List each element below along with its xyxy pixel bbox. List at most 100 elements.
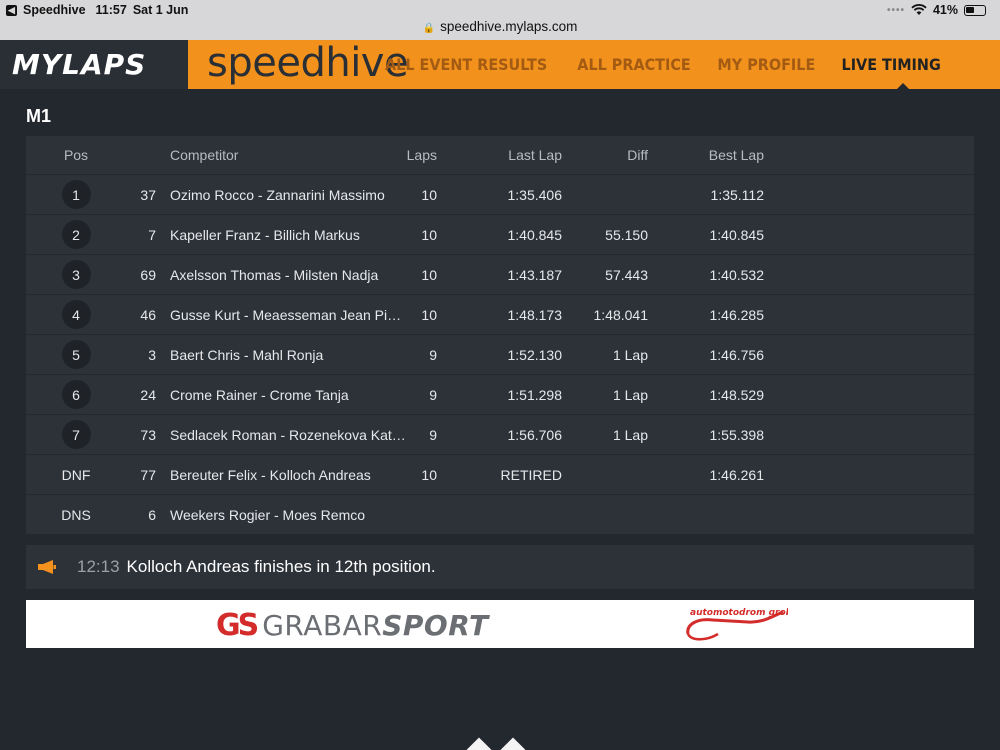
last-lap-value: 1:56.706 [507,426,563,443]
mylaps-logo-box[interactable]: MYLAPS [0,40,188,89]
lock-icon: 🔒 [422,23,436,34]
last-lap-value: RETIRED [500,466,562,483]
main-nav: ALL EVENT RESULTS ALL PRACTICE MY PROFIL… [376,40,946,89]
position-badge: 6 [61,380,91,409]
last-lap-value: 1:43.187 [507,266,563,283]
laps-value: 10 [421,226,437,243]
competitor-name[interactable]: Bereuter Felix - Kolloch Andreas [156,467,406,483]
best-lap-value: 1:46.285 [709,306,765,323]
back-app-label[interactable]: Speedhive [23,3,86,17]
competitor-name[interactable]: Axelsson Thomas - Milsten Nadja [156,267,406,283]
diff-value: 1 Lap [612,346,648,363]
position-status: DNF [61,466,91,483]
race-notice: 12:13 Kolloch Andreas finishes in 12th p… [26,545,974,589]
status-date: Sat 1 Jun [132,3,189,17]
car-number: 69 [140,266,156,283]
site-header: MYLAPS speedhive ALL EVENT RESULTS ALL P… [0,40,1000,89]
url-text[interactable]: speedhive.mylaps.com [440,19,577,34]
grabar-text: GRABAR [262,609,383,642]
position-badge: 4 [61,300,91,329]
car-number: 77 [140,466,156,483]
competitor-name[interactable]: Weekers Rogier - Moes Remco [156,507,406,523]
nav-my-profile[interactable]: MY PROFILE [717,55,815,74]
header-laps: Laps [406,147,437,163]
table-row[interactable]: 5 3 Baert Chris - Mahl Ronja 9 1:52.130 … [26,334,974,374]
best-lap-value: 1:46.261 [709,466,765,483]
position-badge: 5 [61,340,91,369]
car-number: 24 [140,386,156,403]
mylaps-logo[interactable]: MYLAPS [12,48,146,81]
megaphone-icon [26,559,70,575]
table-row[interactable]: 4 46 Gusse Kurt - Meaesseman Jean Pi… 10… [26,294,974,334]
header-competitor: Competitor [170,147,239,163]
diff-value: 1 Lap [612,386,648,403]
nav-all-event-results[interactable]: ALL EVENT RESULTS [385,55,547,74]
car-number: 3 [148,346,156,363]
last-lap-value: 1:35.406 [507,186,563,203]
results-table: Pos Competitor Laps Last Lap Diff Best L… [26,136,974,534]
table-header: Pos Competitor Laps Last Lap Diff Best L… [26,136,974,174]
table-row[interactable]: 3 69 Axelsson Thomas - Milsten Nadja 10 … [26,254,974,294]
laps-value: 10 [421,186,437,203]
grobnik-text: automotodrom grobnik [690,608,788,618]
class-title: M1 [26,106,52,126]
position-badge: 2 [61,220,91,249]
scroll-indicator [463,737,529,750]
grobnik-logo[interactable]: automotodrom grobnik [678,604,788,644]
chevron-up-icon [497,737,529,750]
header-last-lap: Last Lap [508,147,562,163]
header-diff: Diff [627,147,648,163]
diff-value: 55.150 [605,226,648,243]
gs-mark: GS [216,608,259,643]
status-time: 11:57 [95,3,127,17]
laps-value: 10 [421,266,437,283]
table-row[interactable]: 1 37 Ozimo Rocco - Zannarini Massimo 10 … [26,174,974,214]
last-lap-value: 1:52.130 [507,346,563,363]
table-row[interactable]: 7 73 Sedlacek Roman - Rozenekova Kat… 9 … [26,414,974,454]
back-to-app-icon[interactable]: ◀ [6,4,17,16]
position-status: DNS [61,506,91,523]
car-number: 73 [140,426,156,443]
status-right: •••• 41% [887,3,986,17]
table-row[interactable]: 6 24 Crome Rainer - Crome Tanja 9 1:51.2… [26,374,974,414]
diff-value: 1 Lap [612,426,648,443]
car-number: 37 [140,186,156,203]
active-nav-indicator [897,83,909,89]
multitask-dots-icon[interactable]: •••• [887,5,905,16]
competitor-name[interactable]: Sedlacek Roman - Rozenekova Kat… [156,427,406,443]
notice-message: Kolloch Andreas finishes in 12th positio… [126,557,436,576]
best-lap-value: 1:48.529 [709,386,765,403]
laps-value: 10 [421,306,437,323]
position-badge: 1 [61,180,91,209]
best-lap-value: 1:40.532 [709,266,765,283]
best-lap-value: 1:46.756 [709,346,765,363]
grabarsport-logo[interactable]: GS GRABARSPORT [216,608,489,643]
notice-time: 12:13 [77,557,120,576]
laps-value: 9 [429,426,437,443]
competitor-name[interactable]: Gusse Kurt - Meaesseman Jean Pi… [156,307,406,323]
diff-value: 57.443 [605,266,648,283]
competitor-name[interactable]: Kapeller Franz - Billich Markus [156,227,406,243]
best-lap-value: 1:35.112 [710,186,764,203]
last-lap-value: 1:48.173 [507,306,563,323]
last-lap-value: 1:51.298 [507,386,563,403]
nav-live-timing[interactable]: LIVE TIMING [841,55,940,74]
status-bar: ◀ Speedhive 11:57 Sat 1 Jun •••• 41% 🔒 sp… [0,0,1000,40]
competitor-name[interactable]: Baert Chris - Mahl Ronja [156,347,406,363]
battery-icon [964,4,986,16]
address-bar[interactable]: 🔒 speedhive.mylaps.com [0,19,1000,34]
diff-value: 1:48.041 [593,306,649,323]
competitor-name[interactable]: Crome Rainer - Crome Tanja [156,387,406,403]
competitor-name[interactable]: Ozimo Rocco - Zannarini Massimo [156,187,406,203]
chevron-up-icon [463,737,495,750]
table-row[interactable]: 2 7 Kapeller Franz - Billich Markus 10 1… [26,214,974,254]
status-left: ◀ Speedhive 11:57 Sat 1 Jun [6,3,188,17]
header-pos: Pos [63,147,89,163]
best-lap-value: 1:55.398 [709,426,765,443]
table-row[interactable]: DNS 6 Weekers Rogier - Moes Remco [26,494,974,534]
table-row[interactable]: DNF 77 Bereuter Felix - Kolloch Andreas … [26,454,974,494]
nav-all-practice[interactable]: ALL PRACTICE [577,55,690,74]
header-best-lap: Best Lap [708,147,764,163]
sponsor-banner[interactable]: GS GRABARSPORT automotodrom grobnik [26,600,974,648]
last-lap-value: 1:40.845 [507,226,563,243]
